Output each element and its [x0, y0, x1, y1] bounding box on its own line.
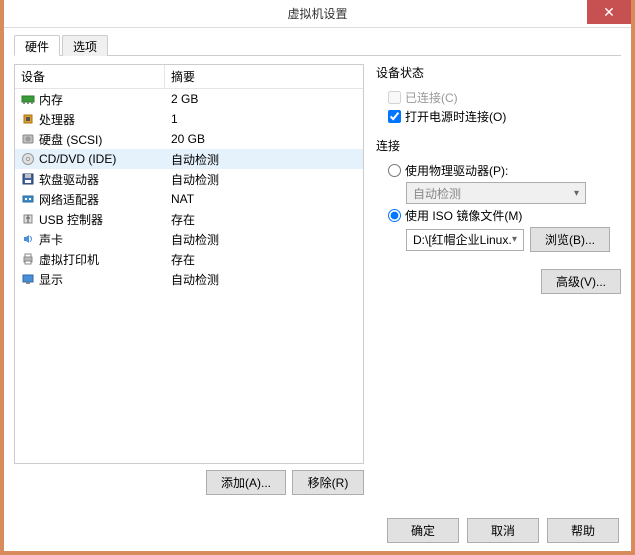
window-title: 虚拟机设置: [287, 5, 347, 22]
physical-drive-select: 自动检测 ▾: [406, 182, 586, 204]
power-on-connect-checkbox[interactable]: 打开电源时连接(O): [388, 108, 619, 125]
hardware-row[interactable]: 硬盘 (SCSI) 20 GB: [15, 129, 363, 149]
col-device-header[interactable]: 设备: [15, 65, 165, 88]
connected-checkbox: 已连接(C): [388, 89, 619, 106]
device-name: CD/DVD (IDE): [39, 152, 116, 166]
device-name: 网络适配器: [39, 191, 99, 208]
tab-strip: 硬件 选项: [14, 34, 621, 56]
connected-label: 已连接(C): [405, 89, 458, 106]
status-group-title: 设备状态: [376, 64, 621, 81]
iso-path-value: D:\[红帽企业Linux.: [413, 231, 512, 248]
hardware-row[interactable]: 内存 2 GB: [15, 89, 363, 109]
power-on-connect-input[interactable]: [388, 110, 401, 123]
main-row: 设备 摘要 内存 2 GB 处理器 1 硬盘 (SCSI) 20 GB CD/DVD (ID…: [14, 64, 621, 495]
chevron-down-icon: ▾: [512, 234, 517, 245]
cancel-button[interactable]: 取消: [467, 518, 539, 543]
device-name: 虚拟打印机: [39, 251, 99, 268]
use-physical-radio[interactable]: 使用物理驱动器(P):: [388, 162, 619, 179]
col-summary-header[interactable]: 摘要: [165, 65, 363, 88]
client-area: 硬件 选项 设备 摘要 内存 2 GB 处理器 1 硬盘 (SCSI) 20 GB CD/D…: [4, 28, 631, 505]
device-summary: NAT: [165, 192, 363, 206]
advanced-row: 高级(V)...: [374, 269, 621, 294]
use-iso-radio-input[interactable]: [388, 209, 401, 222]
disk-icon: [21, 132, 35, 146]
left-button-row: 添加(A)... 移除(R): [14, 470, 364, 495]
browse-button[interactable]: 浏览(B)...: [530, 227, 610, 252]
usb-icon: [21, 212, 35, 226]
add-button[interactable]: 添加(A)...: [206, 470, 286, 495]
use-physical-label: 使用物理驱动器(P):: [405, 162, 508, 179]
connection-group-title: 连接: [376, 137, 621, 154]
sound-icon: [21, 232, 35, 246]
tab-options[interactable]: 选项: [62, 35, 108, 56]
hardware-row[interactable]: 软盘驱动器 自动检测: [15, 169, 363, 189]
device-summary: 20 GB: [165, 132, 363, 146]
device-summary: 自动检测: [165, 171, 363, 188]
device-name: 软盘驱动器: [39, 171, 99, 188]
device-summary: 2 GB: [165, 92, 363, 106]
use-iso-label: 使用 ISO 镜像文件(M): [405, 207, 522, 224]
hardware-row[interactable]: 网络适配器 NAT: [15, 189, 363, 209]
device-name: 声卡: [39, 231, 63, 248]
settings-window: 虚拟机设置 ✕ 硬件 选项 设备 摘要 内存 2 GB 处理器 1 硬盘 (SCSI) 2…: [4, 0, 631, 551]
device-summary: 存在: [165, 251, 363, 268]
left-column: 设备 摘要 内存 2 GB 处理器 1 硬盘 (SCSI) 20 GB CD/DVD (ID…: [14, 64, 364, 495]
device-name: 硬盘 (SCSI): [39, 131, 102, 148]
device-summary: 存在: [165, 211, 363, 228]
ok-button[interactable]: 确定: [387, 518, 459, 543]
memory-icon: [21, 92, 35, 106]
right-column: 设备状态 已连接(C) 打开电源时连接(O) 连接 使用物理驱动器(: [374, 64, 621, 495]
hardware-row[interactable]: 处理器 1: [15, 109, 363, 129]
device-summary: 自动检测: [165, 231, 363, 248]
close-button[interactable]: ✕: [587, 0, 631, 24]
use-iso-radio[interactable]: 使用 ISO 镜像文件(M): [388, 207, 619, 224]
hardware-row[interactable]: 显示 自动检测: [15, 269, 363, 289]
use-physical-radio-input[interactable]: [388, 164, 401, 177]
net-icon: [21, 192, 35, 206]
cpu-icon: [21, 112, 35, 126]
hardware-row[interactable]: 虚拟打印机 存在: [15, 249, 363, 269]
device-name: 内存: [39, 91, 63, 108]
status-group-body: 已连接(C) 打开电源时连接(O): [374, 85, 621, 137]
titlebar: 虚拟机设置 ✕: [4, 0, 631, 28]
power-on-connect-label: 打开电源时连接(O): [405, 108, 506, 125]
device-summary: 自动检测: [165, 271, 363, 288]
hardware-row[interactable]: CD/DVD (IDE) 自动检测: [15, 149, 363, 169]
printer-icon: [21, 252, 35, 266]
hardware-list-body: 内存 2 GB 处理器 1 硬盘 (SCSI) 20 GB CD/DVD (IDE) 自动检测…: [15, 89, 363, 289]
floppy-icon: [21, 172, 35, 186]
iso-row: D:\[红帽企业Linux. ▾ 浏览(B)...: [406, 227, 619, 252]
hardware-list-header: 设备 摘要: [15, 65, 363, 89]
tab-hardware[interactable]: 硬件: [14, 35, 60, 56]
connected-checkbox-input: [388, 91, 401, 104]
remove-button[interactable]: 移除(R): [292, 470, 364, 495]
footer-buttons: 确定 取消 帮助: [387, 518, 619, 543]
device-name: USB 控制器: [39, 211, 103, 228]
device-name: 显示: [39, 271, 63, 288]
device-summary: 自动检测: [165, 151, 363, 168]
connection-group-body: 使用物理驱动器(P): 自动检测 ▾ 使用 ISO 镜像文件(M) D:\[红帽…: [374, 158, 621, 265]
device-summary: 1: [165, 112, 363, 126]
physical-drive-value: 自动检测: [413, 185, 461, 202]
hardware-row[interactable]: 声卡 自动检测: [15, 229, 363, 249]
hardware-list: 设备 摘要 内存 2 GB 处理器 1 硬盘 (SCSI) 20 GB CD/DVD (ID…: [14, 64, 364, 464]
cd-icon: [21, 152, 35, 166]
iso-path-select[interactable]: D:\[红帽企业Linux. ▾: [406, 229, 524, 251]
chevron-down-icon: ▾: [574, 188, 579, 199]
close-icon: ✕: [603, 4, 615, 21]
help-button[interactable]: 帮助: [547, 518, 619, 543]
display-icon: [21, 272, 35, 286]
hardware-row[interactable]: USB 控制器 存在: [15, 209, 363, 229]
device-name: 处理器: [39, 111, 75, 128]
advanced-button[interactable]: 高级(V)...: [541, 269, 621, 294]
